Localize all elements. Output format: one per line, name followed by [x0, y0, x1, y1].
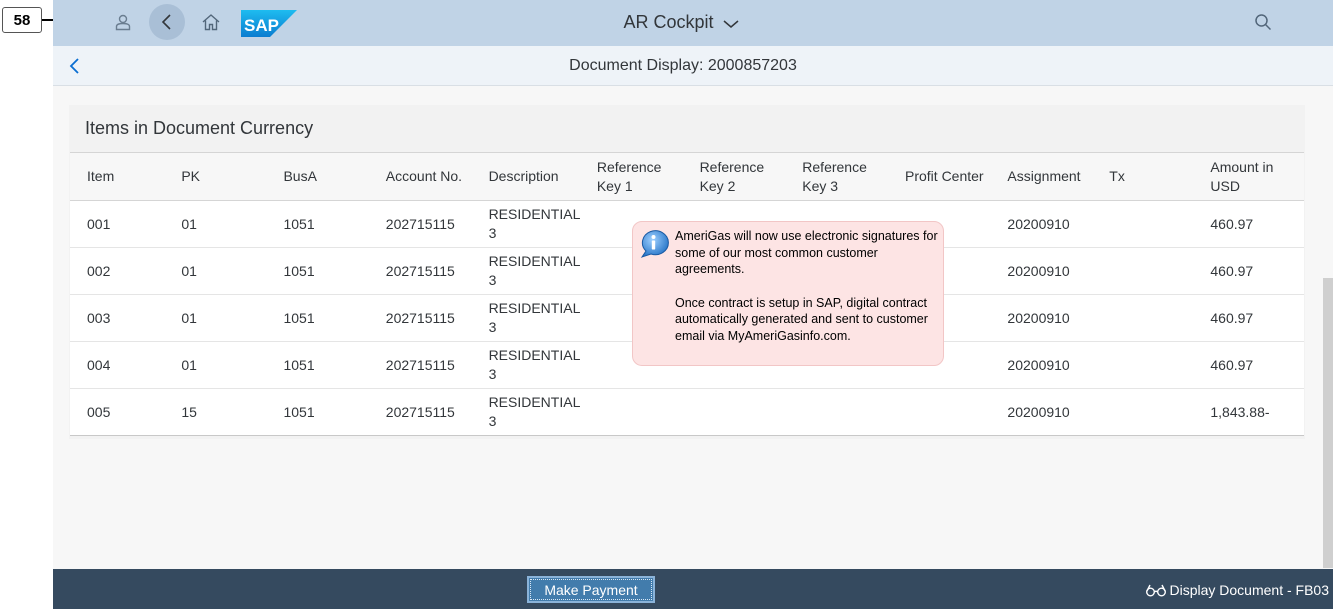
column-header-profit-center[interactable]: Profit Center	[888, 152, 991, 201]
cell-tx	[1092, 247, 1194, 295]
cell-reference-key-3	[785, 388, 888, 436]
info-note-popup: AmeriGas will now use electronic signatu…	[632, 221, 944, 366]
column-header-description[interactable]: Description	[471, 152, 580, 201]
shell-header: SAP AR Cockpit	[53, 0, 1333, 46]
info-note-paragraph: AmeriGas will now use electronic signatu…	[675, 229, 938, 276]
cell-tx	[1092, 341, 1194, 389]
info-note-text: AmeriGas will now use electronic signatu…	[675, 228, 940, 344]
column-header-item[interactable]: Item	[70, 152, 165, 201]
cell-tx	[1092, 200, 1194, 248]
cell-pk: 01	[164, 200, 267, 248]
glasses-icon	[1146, 584, 1167, 597]
cell-account-no: 202715115	[368, 294, 472, 342]
column-header-assignment[interactable]: Assignment	[990, 152, 1093, 201]
column-header-busa[interactable]: BusA	[266, 152, 369, 201]
info-note-paragraph: Once contract is setup in SAP, digital c…	[675, 295, 928, 343]
cell-busa: 1051	[266, 388, 369, 436]
app-page: 58 SAP AR Cockpit Document Display: 2000…	[0, 0, 1333, 609]
cell-pk: 15	[164, 388, 267, 436]
cell-busa: 1051	[266, 341, 369, 389]
chevron-down-icon	[723, 13, 739, 34]
cell-pk: 01	[164, 341, 267, 389]
cell-description: RESIDENTIAL 3	[471, 294, 580, 342]
cell-description: RESIDENTIAL 3	[471, 200, 580, 248]
step-number-badge: 58	[2, 7, 42, 33]
cell-reference-key-1	[579, 388, 683, 436]
cell-assignment: 20200910	[990, 341, 1093, 389]
search-icon[interactable]	[1245, 4, 1281, 40]
cell-item: 001	[70, 200, 165, 248]
cell-amount: 460.97	[1193, 341, 1304, 389]
cell-tx	[1092, 388, 1194, 436]
app-title-menu[interactable]: AR Cockpit	[53, 12, 1309, 34]
cell-amount: 460.97	[1193, 247, 1304, 295]
column-header-reference-key-2[interactable]: Reference Key 2	[682, 152, 786, 201]
cell-item: 002	[70, 247, 165, 295]
transaction-label: Display Document - FB03	[1169, 582, 1329, 598]
table-header-row: Item PK BusA Account No. Description Ref…	[70, 152, 1304, 201]
cell-busa: 1051	[266, 247, 369, 295]
column-header-pk[interactable]: PK	[164, 152, 267, 201]
page-subheader: Document Display: 2000857203	[53, 46, 1333, 86]
panel-title: Items in Document Currency	[85, 118, 314, 138]
page-title: Document Display: 2000857203	[569, 57, 797, 74]
cell-busa: 1051	[266, 200, 369, 248]
cell-reference-key-2	[682, 388, 786, 436]
vertical-scrollbar[interactable]	[1323, 278, 1333, 568]
cell-description: RESIDENTIAL 3	[471, 341, 580, 389]
make-payment-button[interactable]: Make Payment	[527, 576, 655, 603]
cell-tx	[1092, 294, 1194, 342]
app-title: AR Cockpit	[623, 12, 714, 32]
cell-item: 004	[70, 341, 165, 389]
cell-item: 003	[70, 294, 165, 342]
cell-pk: 01	[164, 247, 267, 295]
footer-bar: Make Payment Display Document - FB03	[53, 569, 1333, 609]
cell-busa: 1051	[266, 294, 369, 342]
cell-assignment: 20200910	[990, 247, 1093, 295]
cell-account-no: 202715115	[368, 247, 472, 295]
table-row[interactable]: 005 15 1051 202715115 RESIDENTIAL 3 2020…	[70, 388, 1304, 436]
info-icon	[640, 230, 669, 258]
cell-amount: 1,843.88-	[1193, 388, 1304, 436]
cell-account-no: 202715115	[368, 388, 472, 436]
cell-assignment: 20200910	[990, 294, 1093, 342]
cell-assignment: 20200910	[990, 388, 1093, 436]
column-header-account-no[interactable]: Account No.	[368, 152, 472, 201]
cell-item: 005	[70, 388, 165, 436]
transaction-indicator: Display Document - FB03	[1145, 582, 1329, 598]
cell-amount: 460.97	[1193, 294, 1304, 342]
cell-description: RESIDENTIAL 3	[471, 388, 580, 436]
cell-description: RESIDENTIAL 3	[471, 247, 580, 295]
column-header-amount[interactable]: Amount in USD	[1193, 152, 1304, 201]
column-header-reference-key-1[interactable]: Reference Key 1	[579, 152, 683, 201]
cell-assignment: 20200910	[990, 200, 1093, 248]
cell-account-no: 202715115	[368, 341, 472, 389]
cell-profit-center	[888, 388, 991, 436]
cell-pk: 01	[164, 294, 267, 342]
column-header-reference-key-3[interactable]: Reference Key 3	[785, 152, 888, 201]
cell-account-no: 202715115	[368, 200, 472, 248]
column-header-tx[interactable]: Tx	[1092, 152, 1194, 201]
cell-amount: 460.97	[1193, 200, 1304, 248]
